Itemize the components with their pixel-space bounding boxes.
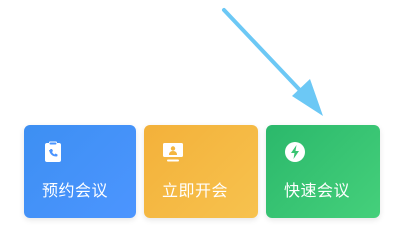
- meeting-actions: 预约会议 立即开会 快速会议: [24, 125, 380, 218]
- quick-meeting-tile[interactable]: 快速会议: [266, 125, 380, 218]
- schedule-meeting-tile[interactable]: 预约会议: [24, 125, 136, 218]
- lightning-bolt-icon: [284, 141, 306, 163]
- monitor-person-icon: [162, 141, 184, 163]
- arrow-head: [292, 79, 323, 116]
- arrow-shaft: [222, 8, 316, 107]
- quick-meeting-label: 快速会议: [284, 181, 351, 200]
- start-meeting-label: 立即开会: [162, 181, 229, 200]
- start-meeting-tile[interactable]: 立即开会: [144, 125, 258, 218]
- schedule-meeting-label: 预约会议: [42, 181, 109, 200]
- clipboard-phone-icon: [42, 141, 64, 163]
